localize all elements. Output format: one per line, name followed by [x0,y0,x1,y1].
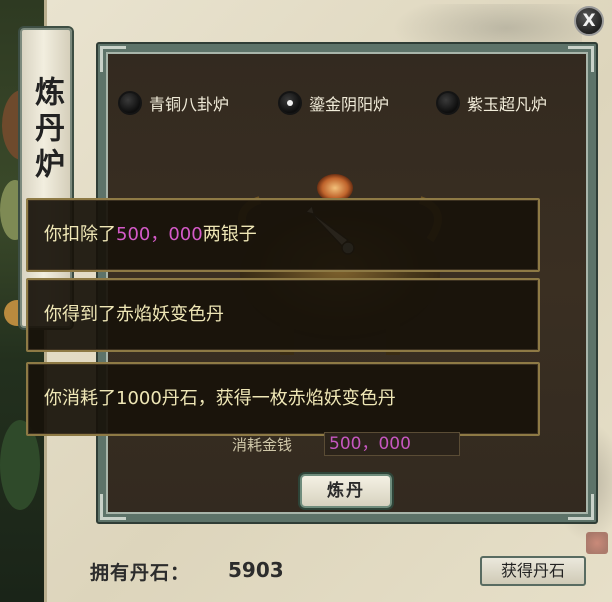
furnace-option-bronze[interactable]: 青铜八卦炉 [118,88,229,118]
frame-corner [100,494,126,520]
furnace-option-label: 紫玉超凡炉 [467,95,548,114]
window-title: 炼丹炉 [29,76,64,184]
cost-label: 消耗金钱 [232,436,293,454]
notice-text: 你消耗了1000丹石，获得一枚赤焰妖变色丹 [44,388,396,409]
frame-corner [100,46,126,72]
cost-value: 500，000 [324,432,460,456]
notice-amount: 500，000 [116,224,203,245]
furnace-option-label: 鎏金阴阳炉 [309,95,390,114]
furnace-option-label: 青铜八卦炉 [149,95,230,114]
notice-text: 你得到了赤焰妖变色丹 [44,304,224,325]
seal-stamp [586,532,608,554]
notice-text: 你扣除了500，000两银子 [44,200,257,270]
stone-count-label: 拥有丹石： [90,562,191,584]
furnace-selector: 青铜八卦炉 鎏金阴阳炉 紫玉超凡炉 [118,88,588,118]
frame-corner [568,46,594,72]
notice-item-received: 你得到了赤焰妖变色丹 [26,278,540,352]
furnace-option-jade[interactable]: 紫玉超凡炉 [436,88,547,118]
frame-corner [568,494,594,520]
notice-text-part: 你扣除了 [44,224,116,245]
radio-button[interactable] [118,91,142,115]
notice-text-part: 两银子 [202,224,257,245]
radio-button[interactable] [436,91,460,115]
close-button[interactable]: X [574,6,604,36]
radio-button-checked[interactable] [278,91,302,115]
refine-button[interactable]: 炼丹 [300,474,392,508]
get-stones-button[interactable]: 获得丹石 [480,556,586,586]
notice-stones-consumed: 你消耗了1000丹石，获得一枚赤焰妖变色丹 [26,362,540,436]
notice-silver-deducted: 你扣除了500，000两银子 [26,198,540,272]
furnace-option-gilded[interactable]: 鎏金阴阳炉 [278,88,389,118]
stone-count-value: 5903 [228,558,284,582]
